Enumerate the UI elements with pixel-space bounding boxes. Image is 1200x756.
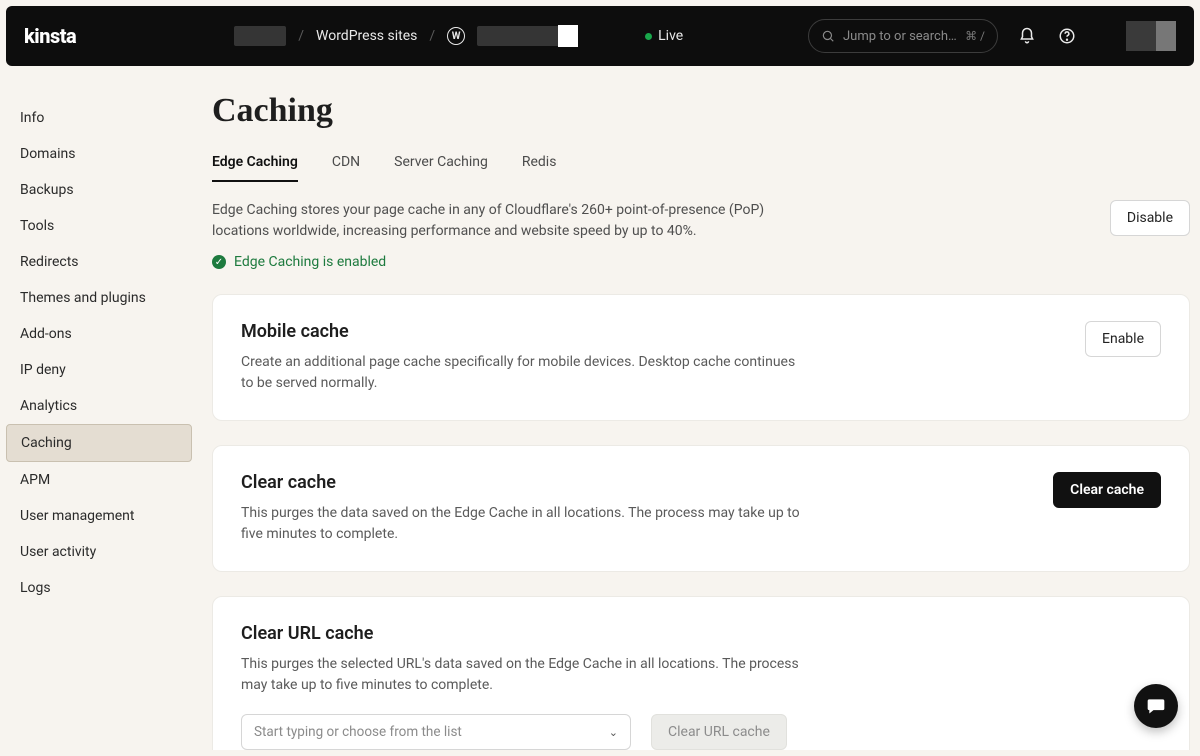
sidebar-item-apm[interactable]: APM (6, 462, 192, 498)
help-icon (1058, 27, 1076, 45)
mobile-cache-title: Mobile cache (241, 321, 1061, 342)
sidebar-item-user-management[interactable]: User management (6, 498, 192, 534)
enable-mobile-cache-button[interactable]: Enable (1085, 321, 1161, 357)
sidebar-item-add-ons[interactable]: Add-ons (6, 316, 192, 352)
sidebar-item-backups[interactable]: Backups (6, 172, 192, 208)
check-circle-icon: ✓ (212, 255, 226, 269)
sidebar-item-ip-deny[interactable]: IP deny (6, 352, 192, 388)
clear-cache-title: Clear cache (241, 472, 1029, 493)
chat-icon (1146, 696, 1166, 716)
breadcrumb-separator: / (298, 28, 304, 44)
sidebar-item-tools[interactable]: Tools (6, 208, 192, 244)
account-menu[interactable] (1126, 21, 1176, 51)
global-search[interactable]: Jump to or search… ⌘ / (808, 19, 998, 53)
sidebar-item-user-activity[interactable]: User activity (6, 534, 192, 570)
environment-label: Live (658, 28, 683, 44)
clear-url-cache-button[interactable]: Clear URL cache (651, 714, 787, 750)
notifications-button[interactable] (1016, 25, 1038, 47)
help-button[interactable] (1056, 25, 1078, 47)
page-title: Caching (212, 92, 1190, 130)
mobile-cache-card: Mobile cache Create an additional page c… (212, 294, 1190, 421)
tab-cdn[interactable]: CDN (332, 154, 360, 182)
breadcrumb: / WordPress sites / W (234, 26, 577, 46)
sidebar-item-caching[interactable]: Caching (6, 424, 192, 462)
sidebar-item-analytics[interactable]: Analytics (6, 388, 192, 424)
bell-icon (1018, 27, 1036, 45)
logo[interactable]: kinsta (24, 24, 76, 48)
breadcrumb-site-chip[interactable] (234, 26, 286, 46)
wordpress-icon: W (447, 27, 465, 45)
chat-fab[interactable] (1134, 684, 1178, 728)
clear-url-cache-card: Clear URL cache This purges the selected… (212, 596, 1190, 750)
caching-tabs: Edge Caching CDN Server Caching Redis (212, 154, 1190, 182)
clear-url-cache-title: Clear URL cache (241, 623, 1161, 644)
clear-cache-description: This purges the data saved on the Edge C… (241, 503, 801, 545)
topbar-right: Jump to or search… ⌘ / (808, 19, 1176, 53)
clear-url-cache-description: This purges the selected URL's data save… (241, 654, 801, 696)
breadcrumb-sites-link[interactable]: WordPress sites (316, 28, 417, 44)
environment-indicator[interactable]: Live (645, 28, 683, 44)
sidebar-item-domains[interactable]: Domains (6, 136, 192, 172)
sidebar-item-themes-plugins[interactable]: Themes and plugins (6, 280, 192, 316)
topbar: kinsta / WordPress sites / W Live Jump t… (6, 6, 1194, 66)
url-select-placeholder: Start typing or choose from the list (254, 724, 462, 740)
tab-edge-caching[interactable]: Edge Caching (212, 154, 298, 182)
mobile-cache-description: Create an additional page cache specific… (241, 352, 801, 394)
tab-redis[interactable]: Redis (522, 154, 557, 182)
sidebar-item-logs[interactable]: Logs (6, 570, 192, 606)
search-shortcut: ⌘ / (965, 29, 985, 43)
breadcrumb-env-chip[interactable] (477, 26, 577, 46)
main-content: Caching Edge Caching CDN Server Caching … (198, 72, 1200, 750)
live-dot-icon (645, 33, 652, 40)
edge-caching-status-text: Edge Caching is enabled (234, 254, 386, 270)
disable-edge-caching-button[interactable]: Disable (1110, 200, 1190, 236)
clear-cache-button[interactable]: Clear cache (1053, 472, 1161, 508)
clear-cache-card: Clear cache This purges the data saved o… (212, 445, 1190, 572)
edge-caching-description: Edge Caching stores your page cache in a… (212, 200, 772, 242)
search-icon (821, 29, 835, 43)
sidebar: Info Domains Backups Tools Redirects The… (0, 72, 198, 750)
chevron-down-icon: ⌄ (609, 726, 618, 739)
breadcrumb-separator: / (429, 28, 435, 44)
edge-caching-status: ✓ Edge Caching is enabled (212, 254, 1086, 270)
sidebar-item-info[interactable]: Info (6, 100, 192, 136)
tab-server-caching[interactable]: Server Caching (394, 154, 488, 182)
url-select-input[interactable]: Start typing or choose from the list ⌄ (241, 714, 631, 750)
search-placeholder: Jump to or search… (843, 29, 957, 44)
sidebar-item-redirects[interactable]: Redirects (6, 244, 192, 280)
